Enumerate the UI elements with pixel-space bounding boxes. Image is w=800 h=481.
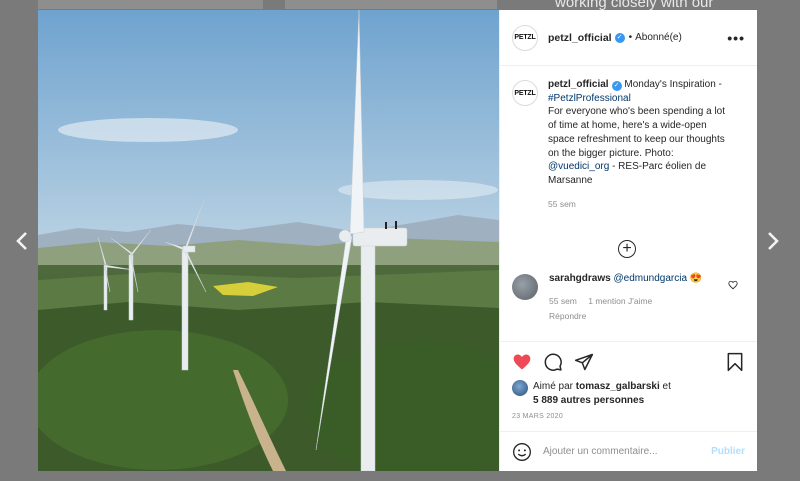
likes-others[interactable]: 5 889 autres personnes [533, 395, 644, 406]
caption-username[interactable]: petzl_official [548, 79, 609, 90]
heart-outline-icon[interactable] [728, 280, 738, 290]
caption-text: petzl_official ✓ Monday's Inspiration - #… [548, 78, 728, 211]
wind-turbine-photo [38, 10, 499, 471]
commenter-avatar[interactable] [512, 274, 538, 300]
likes-middle: et [659, 381, 671, 392]
caption-time[interactable]: 55 sem [548, 198, 728, 212]
account-avatar[interactable]: PETZL [512, 24, 538, 51]
follow-status[interactable]: Abonné(e) [635, 32, 682, 43]
comments-section: PETZL petzl_official ✓ Monday's Inspirati… [500, 66, 757, 341]
background-post-strip-left [38, 0, 263, 9]
verified-badge-icon: ✓ [614, 32, 625, 43]
post-header: PETZL petzl_official ✓ • Abonné(e) ••• [500, 10, 757, 66]
post-panel: PETZL petzl_official ✓ • Abonné(e) ••• P… [499, 10, 757, 471]
commenter-username[interactable]: sarahgdraws [549, 273, 611, 284]
likes-summary: Aimé par tomasz_galbarski et 5 889 autre… [512, 380, 745, 408]
comment-reply-button[interactable]: Répondre [549, 310, 702, 323]
comment-mention-link[interactable]: @edmundgarcia [613, 273, 687, 284]
comment-input[interactable] [543, 446, 693, 457]
heart-filled-icon[interactable] [512, 352, 532, 372]
caption-avatar[interactable]: PETZL [512, 80, 538, 106]
next-post-button[interactable] [757, 226, 787, 256]
hashtag-link[interactable]: #PetzlProfessional [548, 93, 631, 104]
chevron-left-icon [16, 232, 27, 250]
post-actions: Aimé par tomasz_galbarski et 5 889 autre… [500, 341, 757, 431]
separator: • [628, 32, 633, 43]
prev-post-button[interactable] [8, 226, 38, 256]
share-icon[interactable] [574, 352, 594, 372]
post-photo[interactable] [38, 10, 499, 471]
post-date[interactable]: 23 MARS 2020 [512, 413, 745, 420]
comment-body: sarahgdraws @edmundgarcia 😍 55 sem 1 men… [549, 272, 702, 323]
action-icons [512, 350, 745, 374]
comment-icon[interactable] [543, 352, 563, 372]
likes-prefix: Aimé par [533, 381, 576, 392]
add-comment-bar: Publier [500, 431, 757, 471]
petzl-logo: PETZL [514, 89, 536, 97]
verified-badge-icon: ✓ [611, 81, 622, 91]
liker-avatar[interactable] [512, 380, 528, 396]
comment-likes[interactable]: 1 mention J'aime [588, 296, 652, 306]
comment-item: sarahgdraws @edmundgarcia 😍 55 sem 1 men… [512, 272, 744, 323]
plus-circle-icon[interactable]: + [618, 240, 636, 258]
mention-link[interactable]: @vuedici_org [548, 161, 609, 172]
post-modal: PETZL petzl_official ✓ • Abonné(e) ••• P… [38, 10, 757, 471]
comment-emoji: 😍 [689, 273, 703, 284]
caption-text-1: Monday's Inspiration - [624, 79, 722, 90]
comment-meta: 55 sem 1 mention J'aime [549, 295, 702, 308]
publish-button[interactable]: Publier [711, 446, 745, 457]
account-username[interactable]: petzl_official [548, 32, 612, 44]
chevron-right-icon [768, 232, 779, 250]
petzl-logo: PETZL [514, 34, 536, 41]
caption-text-2: For everyone who's been spending a lot o… [548, 106, 726, 159]
more-horizontal-icon[interactable]: ••• [727, 30, 745, 46]
likes-text: Aimé par tomasz_galbarski et 5 889 autre… [533, 380, 671, 408]
bookmark-icon[interactable] [725, 352, 745, 372]
emoji-icon[interactable] [512, 442, 532, 462]
liker-username[interactable]: tomasz_galbarski [576, 381, 660, 392]
comment-time[interactable]: 55 sem [549, 296, 577, 306]
background-post-strip-right [285, 0, 497, 9]
post-caption: PETZL petzl_official ✓ Monday's Inspirati… [512, 78, 745, 211]
